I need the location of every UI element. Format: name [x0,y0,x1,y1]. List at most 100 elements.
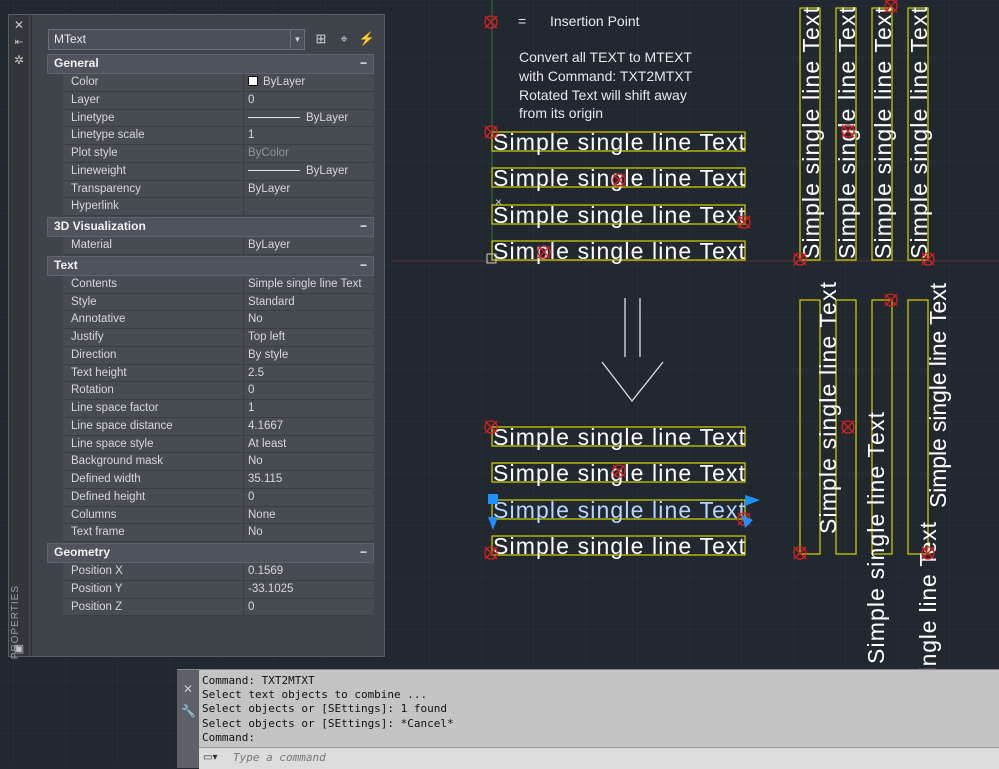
close-icon[interactable]: ✕ [181,682,195,696]
sample-text[interactable]: Simple single line Text [493,165,746,191]
property-row[interactable]: Line space factor 1 [47,400,374,418]
property-value[interactable]: 0 [244,598,374,617]
color-swatch-icon [248,76,258,86]
property-row[interactable]: Hyperlink [47,198,374,216]
property-row[interactable]: Text frame No [47,524,374,542]
property-name: Hyperlink [63,198,244,216]
property-value[interactable]: 1 [244,127,374,145]
command-input[interactable]: Type a command [233,751,326,764]
property-value[interactable]: ByLayer [244,109,374,128]
property-value[interactable]: Standard [244,293,374,312]
property-value[interactable]: ByLayer [244,74,374,92]
property-row[interactable]: Text height 2.5 [47,364,374,383]
property-value[interactable]: 35.115 [244,471,374,489]
property-value[interactable]: At least [244,435,374,454]
grip-square-icon[interactable] [488,494,498,504]
property-value-text: 0 [248,600,255,613]
property-row[interactable]: Linetype ByLayer [47,109,374,128]
sample-text-selected[interactable]: Simple single line Text [493,497,746,523]
property-row[interactable]: Line space distance 4.1667 [47,417,374,436]
palette-menu-icon[interactable]: ▣ [12,642,26,656]
property-row[interactable]: Transparency ByLayer [47,180,374,199]
property-name: Annotative [63,311,244,329]
command-line-window[interactable]: ✕ 🔧 Command: TXT2MTXT Select text objects… [177,669,999,769]
object-type-select[interactable]: MText ▼ [48,29,305,50]
property-row[interactable]: Rotation 0 [47,382,374,400]
sample-text[interactable]: Simple single line Text [493,129,746,155]
property-value[interactable]: 0.1569 [244,563,374,581]
sample-text[interactable]: Simple single line Text [493,424,746,450]
sample-text[interactable]: Simple single line Text [493,238,746,264]
property-row[interactable]: Contents Simple single line Text [47,275,374,294]
property-row[interactable]: Position X 0.1569 [47,563,374,581]
property-value[interactable]: 0 [244,382,374,400]
property-value[interactable]: ByLayer [244,162,374,181]
property-value[interactable]: Top left [244,329,374,347]
property-value[interactable]: ByColor [244,145,374,163]
autohide-icon[interactable]: ⇤ [12,36,26,50]
property-value[interactable]: ByLayer [244,180,374,199]
property-value[interactable]: Simple single line Text [244,275,374,294]
section-header-geometry[interactable]: Geometry − [47,543,374,563]
property-row[interactable]: Line space style At least [47,435,374,454]
sample-text[interactable]: Simple single line Text [493,533,746,559]
sample-text-vertical[interactable]: Simple single line Text [870,6,896,259]
property-value[interactable]: ByLayer [244,237,374,255]
command-input-bar[interactable]: ▭▾ Type a command [199,747,999,769]
select-objects-icon[interactable]: ⌖ [335,30,353,48]
property-row[interactable]: Position Y -33.1025 [47,580,374,599]
collapse-icon[interactable]: − [360,55,367,72]
property-value[interactable]: 1 [244,400,374,418]
settings-icon[interactable]: ✲ [12,53,26,67]
property-name: Background mask [63,453,244,471]
property-row[interactable]: Material ByLayer [47,237,374,255]
sample-text-vertical[interactable]: Simple single line Text [906,6,932,259]
property-row[interactable]: Linetype scale 1 [47,127,374,145]
property-value[interactable]: By style [244,346,374,365]
section-header-text[interactable]: Text − [47,255,374,276]
property-value[interactable]: 0 [244,91,374,110]
close-icon[interactable]: ✕ [12,18,26,32]
property-row[interactable]: Background mask No [47,453,374,471]
property-row[interactable]: Annotative No [47,311,374,329]
sample-text-vertical[interactable]: Simple single line Text [863,411,889,664]
property-value[interactable]: 4.1667 [244,417,374,436]
property-row[interactable]: Lineweight ByLayer [47,162,374,181]
sample-text[interactable]: Simple single line Text [493,460,746,486]
command-prompt-icon[interactable]: ▭▾ [203,752,227,764]
property-row[interactable]: Justify Top left [47,329,374,347]
wrench-icon[interactable]: 🔧 [181,704,196,718]
sample-text-vertical[interactable]: Simple single line Text [815,281,841,534]
property-row[interactable]: Position Z 0 [47,598,374,617]
property-value[interactable]: No [244,311,374,329]
property-row[interactable]: Layer 0 [47,91,374,110]
property-grid: General − Color ByLayer Layer 0 Linetype ByLaye… [47,53,374,617]
property-row[interactable]: Direction By style [47,346,374,365]
property-value[interactable]: 2.5 [244,364,374,383]
palette-title-strip[interactable]: ✕ ⇤ ✲ PROPERTIES ▣ [9,15,30,659]
properties-palette[interactable]: ✕ ⇤ ✲ PROPERTIES ▣ MText ▼ ⊞ ⌖ ⚡ General… [8,14,385,659]
collapse-icon[interactable]: − [360,544,367,561]
property-row[interactable]: Plot style ByColor [47,145,374,163]
sample-text[interactable]: Simple single line Text [493,202,746,228]
property-value[interactable]: No [244,524,374,542]
property-value[interactable]: None [244,506,374,525]
property-row[interactable]: Defined height 0 [47,488,374,507]
property-row[interactable]: Color ByLayer [47,74,374,92]
section-header-general[interactable]: General − [47,54,374,74]
sample-text-vertical[interactable]: Simple single line Text [925,282,951,508]
property-value[interactable]: 0 [244,488,374,507]
toggle-pickadd-icon[interactable]: ⊞ [312,30,330,48]
collapse-icon[interactable]: − [360,218,367,235]
property-row[interactable]: Defined width 35.115 [47,471,374,489]
quick-select-icon[interactable]: ⚡ [358,30,376,48]
property-row[interactable]: Style Standard [47,293,374,312]
property-value[interactable]: -33.1025 [244,580,374,599]
property-value[interactable] [244,198,374,216]
property-row[interactable]: Columns None [47,506,374,525]
section-header-3d-visualization[interactable]: 3D Visualization − [47,217,374,237]
collapse-icon[interactable]: − [360,257,367,274]
chevron-down-icon[interactable]: ▼ [290,30,304,49]
sample-text-vertical[interactable]: Simple single line Text [798,6,824,259]
property-value[interactable]: No [244,453,374,471]
